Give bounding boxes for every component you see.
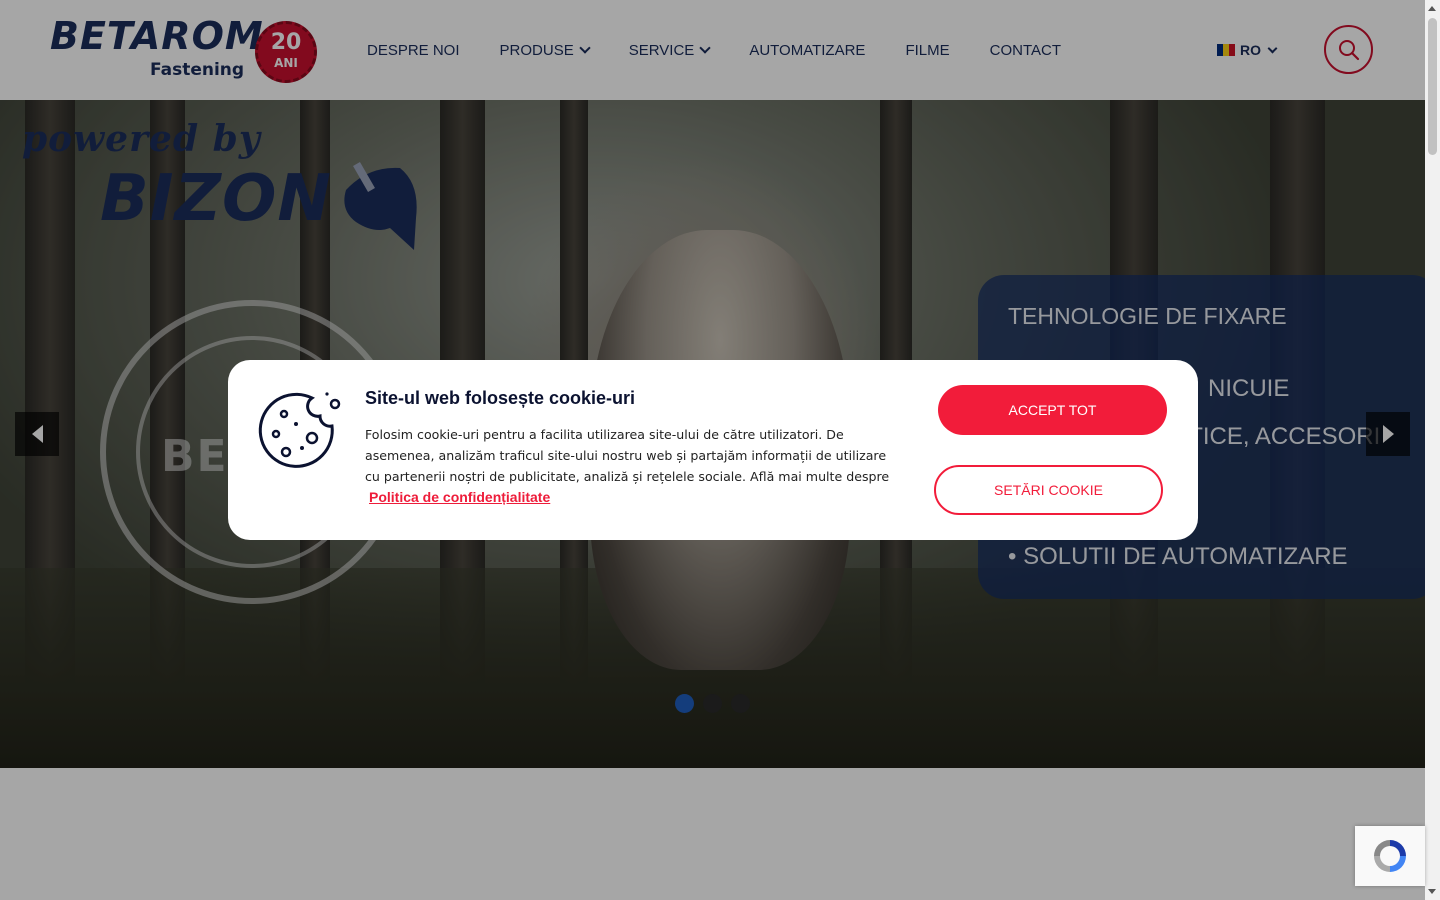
accept-all-button[interactable]: ACCEPT TOT — [938, 385, 1167, 435]
recaptcha-badge[interactable] — [1355, 826, 1425, 886]
cookie-modal-text: Folosim cookie-uri pentru a facilita uti… — [365, 424, 890, 508]
scroll-down-arrow-icon[interactable] — [1428, 889, 1436, 894]
cookie-modal-title: Site-ul web folosește cookie-uri — [365, 388, 636, 408]
scrollbar-thumb[interactable] — [1428, 18, 1437, 155]
cookie-description: Folosim cookie-uri pentru a facilita uti… — [365, 427, 890, 484]
scroll-up-arrow-icon[interactable] — [1428, 6, 1436, 11]
cookie-icon — [258, 392, 341, 468]
cookie-settings-button[interactable]: SETĂRI COOKIE — [934, 465, 1163, 515]
recaptcha-icon — [1374, 840, 1406, 872]
page-scrollbar[interactable] — [1425, 0, 1440, 900]
cookie-consent-modal: Site-ul web folosește cookie-uri Folosim… — [228, 360, 1198, 540]
privacy-policy-link[interactable]: Politica de confidențialitate — [369, 489, 550, 505]
